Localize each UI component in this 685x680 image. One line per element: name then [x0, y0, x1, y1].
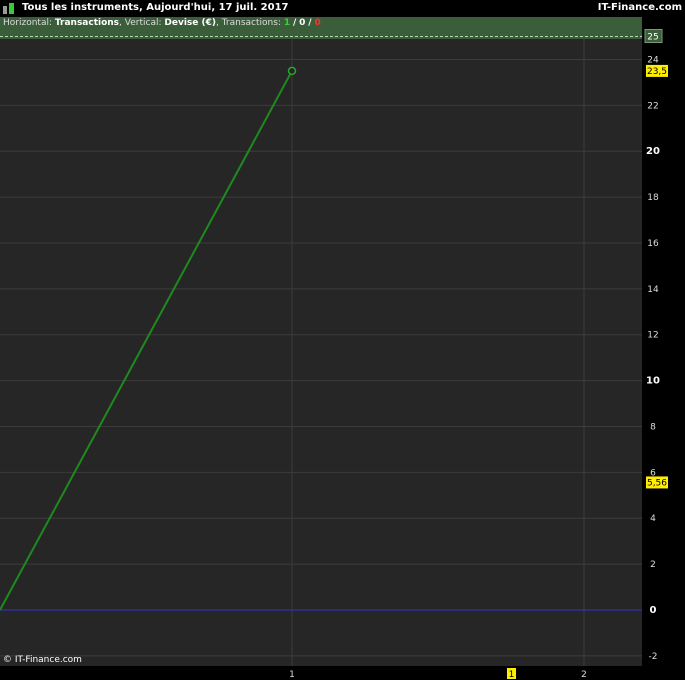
- y-tick-label: 0: [650, 605, 657, 616]
- level-line-label: 25: [647, 33, 658, 43]
- data-point[interactable]: [287, 66, 297, 76]
- chart-canvas[interactable]: 242220181614121086420-21 22523,55,561: [0, 0, 685, 680]
- y-tick-label: 18: [647, 193, 659, 203]
- y-tick-label: 8: [650, 422, 656, 432]
- y-tick-label: 4: [650, 514, 656, 524]
- y-tick-label: 12: [647, 331, 658, 341]
- marker-value-label: 5,56: [647, 478, 667, 488]
- x-tick-label: 1: [289, 670, 295, 680]
- y-tick-label: -2: [649, 652, 658, 662]
- y-tick-label: 2: [650, 560, 656, 570]
- y-tick-label: 24: [647, 55, 659, 65]
- y-tick-label: 20: [646, 146, 660, 157]
- copyright-text: © IT-Finance.com: [3, 655, 82, 665]
- y-tick-label: 14: [647, 285, 659, 295]
- y-tick-label: 22: [647, 101, 658, 111]
- plot-area[interactable]: [0, 39, 642, 666]
- y-tick-label: 16: [647, 239, 659, 249]
- y-tick-label: 10: [646, 376, 660, 387]
- x-marker-label: 1: [509, 670, 515, 680]
- last-value-label: 23,5: [647, 67, 667, 77]
- x-tick-label: 2: [581, 670, 587, 680]
